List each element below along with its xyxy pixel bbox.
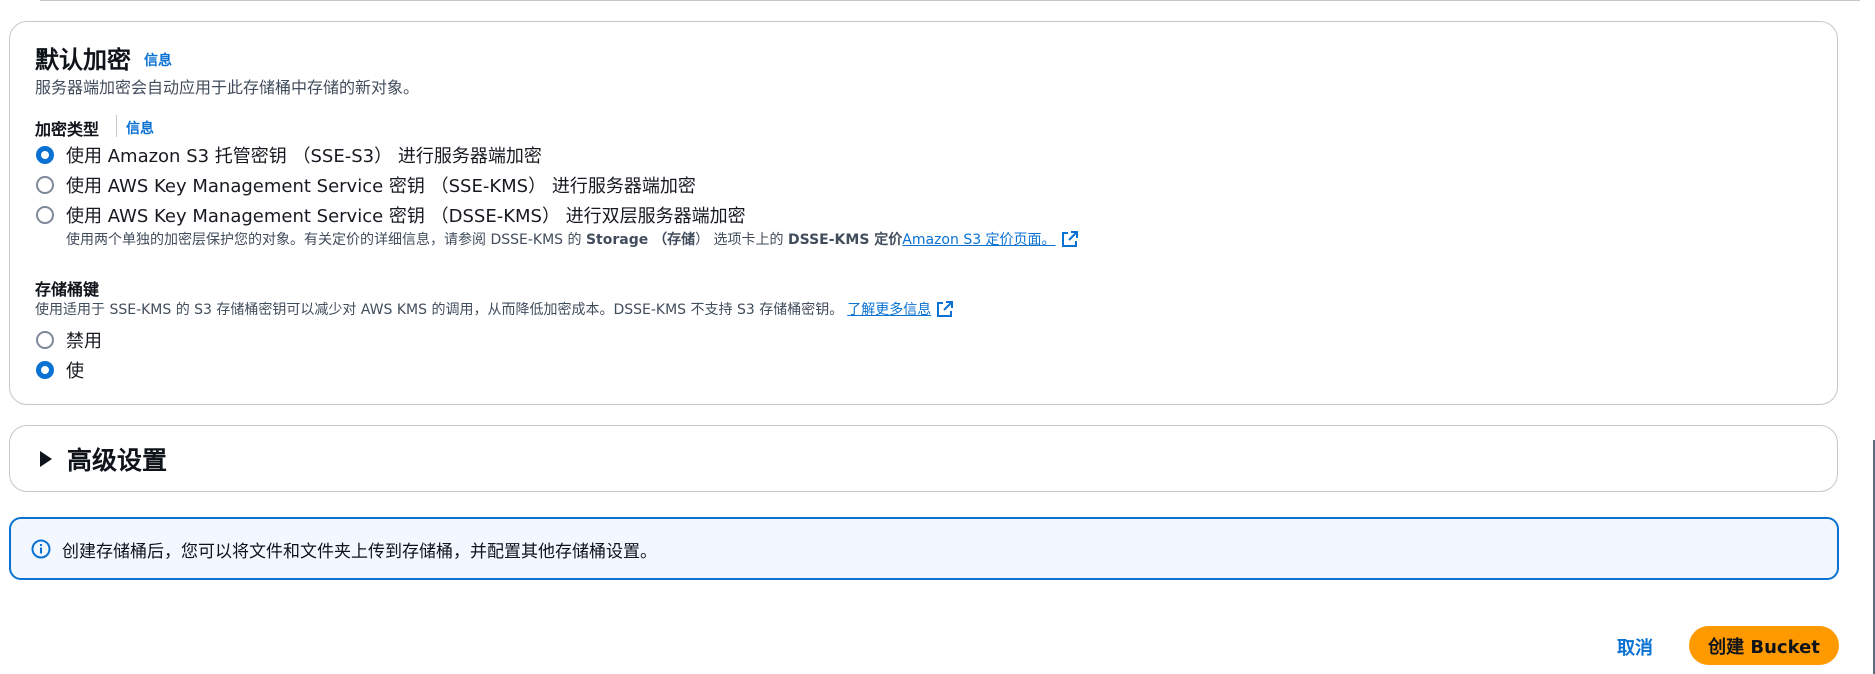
dsse-note-storage: Storage	[585, 232, 649, 248]
radio-bucket-key-enable[interactable]: 使	[36, 357, 84, 383]
radio-bucket-key-disable[interactable]: 禁用	[36, 327, 102, 353]
dsse-note-prefix: 使用两个单独的加密层保护您的对象。有关定价的详细信息，请参阅 DSSE-KMS …	[66, 232, 586, 248]
bucket-key-label: 存储桶键	[35, 280, 100, 299]
dsse-note-pricing: DSSE-KMS 定价	[788, 232, 903, 248]
create-bucket-button[interactable]: 创建 Bucket	[1689, 626, 1839, 665]
bucket-key-desc-text: 使用适用于 SSE-KMS 的 S3 存储桶密钥可以减少对 AWS KMS 的调…	[35, 302, 844, 318]
radio-button[interactable]	[36, 176, 54, 194]
radio-label: 使	[66, 361, 84, 382]
encryption-type-label: 加密类型	[35, 120, 100, 139]
radio-sse-kms[interactable]: 使用 AWS Key Management Service 密钥 （SSE-KM…	[36, 172, 696, 198]
radio-button[interactable]	[36, 361, 54, 379]
advanced-settings-title[interactable]: 高级设置	[67, 441, 167, 477]
section-description: 服务器端加密会自动应用于此存储桶中存储的新对象。	[35, 78, 420, 97]
radio-button[interactable]	[36, 331, 54, 349]
dsse-note: 使用两个单独的加密层保护您的对象。有关定价的详细信息，请参阅 DSSE-KMS …	[66, 229, 1078, 251]
dsse-note-after-paren: ） 选项卡上的	[695, 232, 788, 248]
caret-right-icon[interactable]	[40, 451, 52, 467]
label-separator	[116, 115, 117, 137]
advanced-settings-panel[interactable]: 高级设置	[9, 425, 1838, 492]
section-info-link[interactable]: 信息	[144, 50, 172, 70]
encryption-type-info-link[interactable]: 信息	[126, 118, 154, 138]
top-divider	[40, 0, 1860, 1]
bucket-key-description: 使用适用于 SSE-KMS 的 S3 存储桶密钥可以减少对 AWS KMS 的调…	[35, 299, 954, 321]
alert-text: 创建存储桶后，您可以将文件和文件夹上传到存储桶，并配置其他存储桶设置。	[62, 542, 657, 562]
radio-label: 禁用	[66, 331, 102, 352]
section-title: 默认加密	[35, 46, 131, 74]
learn-more-link[interactable]: 了解更多信息	[847, 302, 931, 318]
radio-dsse-kms[interactable]: 使用 AWS Key Management Service 密钥 （DSSE-K…	[36, 202, 746, 228]
dsse-note-paren-storage: （存储	[648, 232, 696, 248]
create-bucket-label: 创建 Bucket	[1708, 636, 1820, 658]
radio-sse-s3[interactable]: 使用 Amazon S3 托管密钥 （SSE-S3） 进行服务器端加密	[36, 142, 542, 168]
info-alert: 创建存储桶后，您可以将文件和文件夹上传到存储桶，并配置其他存储桶设置。	[9, 517, 1839, 580]
radio-button[interactable]	[36, 146, 54, 164]
info-circle-icon	[31, 539, 51, 563]
external-link-icon[interactable]	[937, 301, 954, 321]
radio-label: 使用 AWS Key Management Service 密钥 （SSE-KM…	[66, 176, 696, 197]
radio-label: 使用 Amazon S3 托管密钥 （SSE-S3） 进行服务器端加密	[66, 146, 542, 167]
radio-label: 使用 AWS Key Management Service 密钥 （DSSE-K…	[66, 206, 746, 227]
default-encryption-panel: 默认加密 信息 服务器端加密会自动应用于此存储桶中存储的新对象。 加密类型 信息…	[9, 21, 1838, 405]
radio-button[interactable]	[36, 206, 54, 224]
external-link-icon[interactable]	[1061, 231, 1078, 251]
cancel-button[interactable]: 取消	[1617, 634, 1653, 660]
pricing-page-link[interactable]: Amazon S3 定价页面。	[902, 232, 1055, 248]
